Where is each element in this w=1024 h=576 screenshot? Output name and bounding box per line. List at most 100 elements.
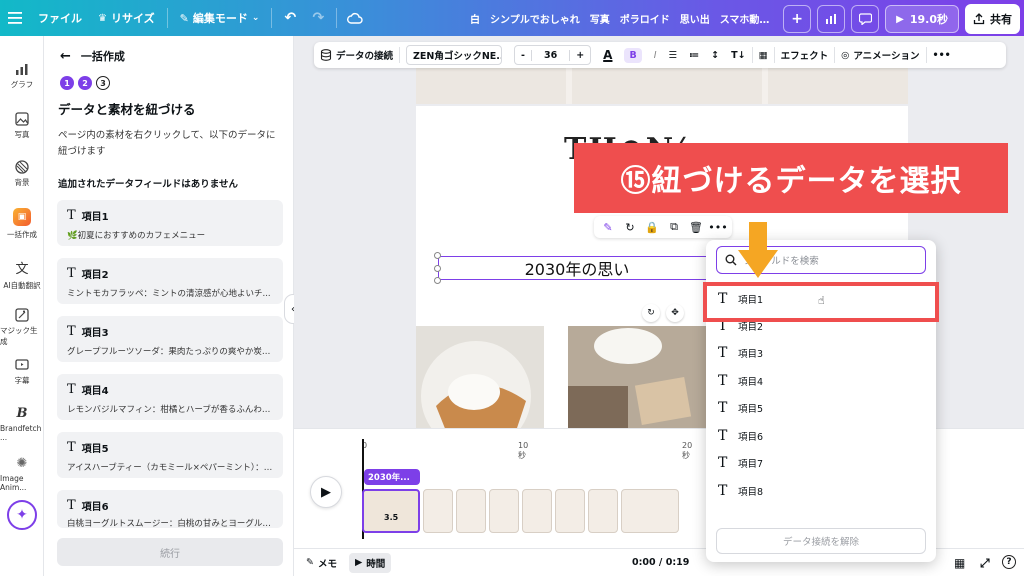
chevron-down-icon: ⌄ — [251, 13, 260, 23]
rotate-icon[interactable]: ↻ — [622, 219, 638, 235]
resize-button[interactable]: ♛ リサイズ — [90, 0, 163, 36]
timeline-clip-label[interactable]: 2030年... — [364, 469, 420, 485]
edit-mode-dropdown[interactable]: ✎ 編集モード ⌄ — [172, 0, 268, 36]
data-field-card[interactable]: T 項目4 レモンバジルマフィン：柑橘とハーブが香るふんわり... — [57, 374, 283, 420]
preview-play-button[interactable]: ▶ 19.0秒 — [885, 5, 959, 33]
rail-item-magic-generate[interactable]: マジック生成 — [0, 308, 44, 347]
vertical-text-button[interactable]: T↓ — [725, 42, 751, 68]
rail-item-bulk-create[interactable]: ▣ 一括作成 — [0, 208, 44, 240]
more-icon[interactable]: ••• — [708, 219, 727, 235]
animation-button[interactable]: ◎ アニメーション — [835, 42, 925, 68]
font-size-input[interactable]: 36 — [530, 49, 571, 61]
field-option[interactable]: T 項目6 — [718, 425, 928, 447]
divider — [336, 8, 338, 28]
undo-button[interactable]: ↶ — [276, 4, 304, 32]
field-option[interactable]: T 項目8 — [718, 480, 928, 502]
insights-button[interactable] — [817, 5, 846, 33]
panel-back-button[interactable]: ← 一括作成 — [60, 48, 125, 64]
move-icon[interactable]: ✥ — [666, 304, 684, 322]
text-color-button[interactable]: A — [597, 42, 618, 68]
timeline-clip[interactable] — [555, 489, 585, 533]
pencil-icon: ✎ — [179, 11, 189, 25]
rail-item-caption[interactable]: 字幕 — [0, 358, 44, 386]
add-collaborator-button[interactable]: + — [783, 5, 812, 33]
selected-text-element[interactable]: 2030年の思い — [438, 256, 716, 280]
cloud-save-button[interactable] — [341, 4, 369, 32]
italic-button[interactable]: I — [648, 42, 663, 68]
rail-item-background[interactable]: 背景 — [0, 160, 44, 188]
rotate-icon[interactable]: ↻ — [642, 304, 660, 322]
field-option-label: 項目5 — [738, 404, 764, 415]
transparency-button[interactable]: ▦ — [753, 42, 774, 68]
more-icon: ••• — [932, 49, 951, 61]
field-option[interactable]: T 項目5 — [718, 397, 928, 419]
resize-handle[interactable] — [434, 252, 441, 259]
trash-icon[interactable]: 🗑 — [688, 219, 704, 235]
field-option[interactable]: T 項目4 — [718, 370, 928, 392]
timeline-play-button[interactable]: ▶ — [310, 476, 342, 508]
rail-item-chart[interactable]: グラフ — [0, 62, 44, 90]
timeline-clip[interactable] — [621, 489, 679, 533]
align-button[interactable]: ☰ — [663, 42, 684, 68]
data-field-card[interactable]: T 項目1 🌿初夏におすすめのカフェメニュー — [57, 200, 283, 246]
font-family-select[interactable]: ZEN角ゴシックNE... — [406, 45, 503, 65]
field-option[interactable]: T 項目3 — [718, 342, 928, 364]
bulk-create-panel: ← 一括作成 1 2 3 データと素材を紐づける ページ内の素材を右クリックして… — [44, 36, 294, 576]
field-option-label: 項目8 — [738, 487, 764, 498]
duplicate-icon[interactable]: ⧉ — [666, 219, 682, 235]
timeline-clip[interactable]: 3.5 — [362, 489, 420, 533]
font-wrapper: ZEN角ゴシックNE... — [400, 42, 508, 68]
increase-size-button[interactable]: + — [570, 50, 590, 61]
list-button[interactable]: ≔ — [683, 42, 705, 68]
background-icon — [15, 160, 29, 174]
more-options-button[interactable]: ••• — [927, 42, 957, 68]
resize-handle[interactable] — [434, 265, 441, 272]
timeline-clip[interactable] — [522, 489, 552, 533]
rail-item-translate[interactable]: 文 AI自動翻訳 — [0, 258, 44, 291]
resize-handle[interactable] — [434, 277, 441, 284]
card-title: 項目5 — [81, 444, 109, 455]
comment-button[interactable] — [851, 5, 880, 33]
data-link-button[interactable]: データの接続 — [314, 42, 399, 68]
effects-button[interactable]: エフェクト — [775, 42, 835, 68]
card-title: 項目1 — [81, 212, 109, 223]
timing-button[interactable]: ▶ 時間 — [348, 552, 392, 573]
tick-label: 10秒 — [518, 441, 529, 460]
magic-assistant-button[interactable]: ✦ — [7, 500, 37, 530]
grid-view-icon[interactable]: ▦ — [954, 556, 965, 570]
rail-item-photo[interactable]: 写真 — [0, 112, 44, 140]
share-icon — [973, 13, 985, 25]
timeline-clip[interactable] — [456, 489, 486, 533]
decrease-size-button[interactable]: - — [515, 50, 531, 61]
bold-button[interactable]: B — [618, 42, 647, 68]
lock-icon[interactable]: 🔒 — [644, 219, 660, 235]
magic-wand-icon[interactable]: ✎ — [600, 219, 616, 235]
unlink-data-button[interactable]: データ接続を解除 — [716, 528, 926, 554]
field-option[interactable]: T 項目7 — [718, 452, 928, 474]
redo-button[interactable]: ↷ — [304, 4, 332, 32]
rail-item-image-animate[interactable]: ✺ Image Anim... — [0, 456, 44, 492]
fullscreen-icon[interactable]: ⤢ — [980, 556, 990, 571]
card-title: 項目6 — [81, 502, 109, 513]
data-field-card[interactable]: T 項目2 ミントモカフラッペ：ミントの清涼感が心地よいチ... — [57, 258, 283, 304]
timeline-clip[interactable] — [423, 489, 453, 533]
timeline-clip[interactable] — [489, 489, 519, 533]
file-menu[interactable]: ファイル — [30, 0, 90, 36]
menu-button[interactable] — [0, 0, 30, 36]
photo-yogurt[interactable] — [568, 326, 708, 431]
data-field-card[interactable]: T 項目5 アイスハーブティー（カモミール×ペパーミント）：や... — [57, 432, 283, 478]
photo-pastry[interactable] — [416, 326, 544, 431]
spacing-button[interactable]: ↕ — [705, 42, 725, 68]
hamburger-icon — [8, 12, 22, 24]
document-title[interactable]: 白 シンプルでおしゃれ 写真 ポラロイド 思い出 スマホ動… — [470, 0, 785, 36]
transparency-icon: ▦ — [758, 49, 768, 61]
data-field-card[interactable]: T 項目6 白桃ヨーグルトスムージー：白桃の甘みとヨーグルト... — [57, 490, 283, 529]
continue-button[interactable]: 続行 — [57, 538, 283, 566]
data-field-card[interactable]: T 項目3 グレープフルーツソーダ：果肉たっぷりの爽やか炭酸... — [57, 316, 283, 362]
notes-button[interactable]: ✎ メモ — [300, 553, 343, 573]
timeline-clip[interactable] — [588, 489, 618, 533]
rail-item-brandfetch[interactable]: B Brandfetch ... — [0, 406, 44, 442]
share-button[interactable]: 共有 — [965, 4, 1020, 34]
panel-title: データと素材を紐づける — [58, 102, 196, 117]
help-icon[interactable]: ? — [1002, 555, 1016, 569]
